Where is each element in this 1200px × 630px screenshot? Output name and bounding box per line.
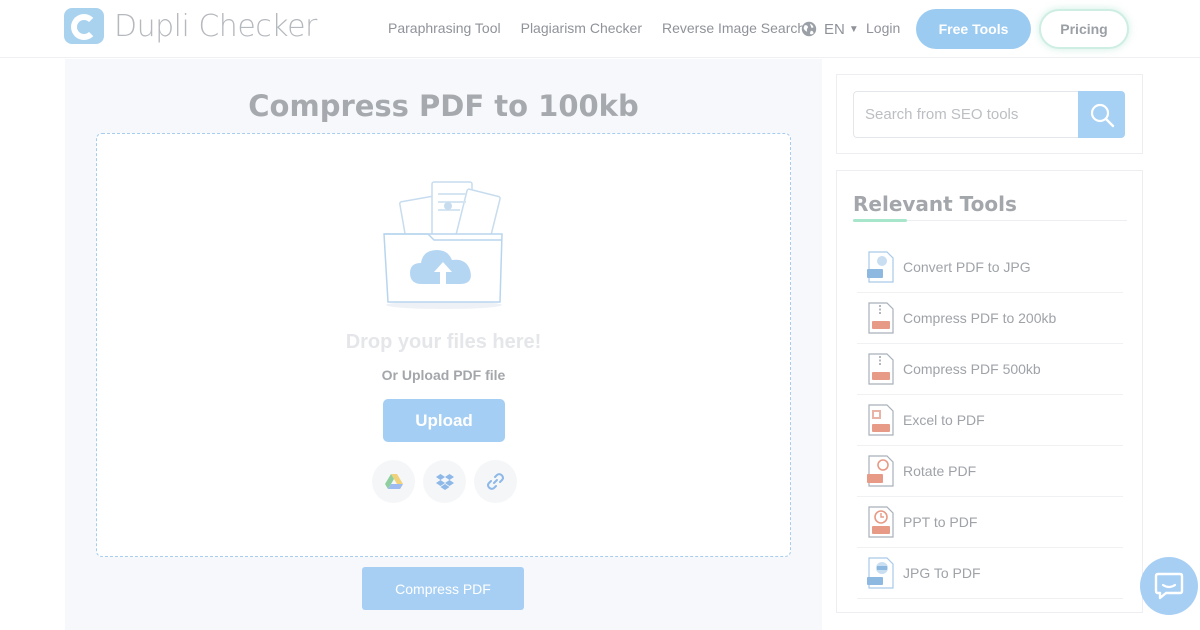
tool-link-compress-pdf-200kb[interactable]: Compress PDF to 200kb xyxy=(857,293,1123,344)
google-drive-button[interactable] xyxy=(372,460,415,503)
nav-link-paraphrasing[interactable]: Paraphrasing Tool xyxy=(388,20,501,36)
or-upload-text: Or Upload PDF file xyxy=(381,367,506,383)
ppt-to-pdf-icon xyxy=(868,506,894,538)
zip-pdf-icon xyxy=(868,353,894,385)
title-underline xyxy=(853,219,1127,222)
login-link[interactable]: Login xyxy=(866,20,900,36)
relevant-tools-panel: Relevant Tools Convert PDF to JPG Compre… xyxy=(836,170,1143,613)
upload-folder-icon xyxy=(383,181,503,309)
tool-panel: Compress PDF to 100kb Drop your files he… xyxy=(65,59,822,630)
tool-label: Rotate PDF xyxy=(903,463,977,479)
logo-icon xyxy=(64,8,104,44)
excel-to-pdf-icon xyxy=(868,404,894,436)
nav-link-reverse-image[interactable]: Reverse Image Search xyxy=(662,20,805,36)
chat-bubble-icon xyxy=(1154,572,1184,600)
tool-label: Compress PDF to 200kb xyxy=(903,310,1057,326)
pdf-to-jpg-icon xyxy=(867,251,894,283)
upload-button[interactable]: Upload xyxy=(383,399,505,442)
compress-pdf-button[interactable]: Compress PDF xyxy=(362,567,524,610)
tool-label: JPG To PDF xyxy=(903,565,981,581)
tool-label: Compress PDF 500kb xyxy=(903,361,1041,377)
search-button[interactable] xyxy=(1078,91,1125,138)
file-dropzone[interactable]: Drop your files here! Or Upload PDF file… xyxy=(96,133,791,557)
search-icon xyxy=(1090,103,1114,127)
url-link-button[interactable] xyxy=(474,460,517,503)
tool-label: Excel to PDF xyxy=(903,412,985,428)
brand-name: Dupli Checker xyxy=(114,8,317,44)
search-input[interactable] xyxy=(853,91,1079,138)
google-drive-icon xyxy=(384,473,403,489)
tool-link-excel-to-pdf[interactable]: Excel to PDF xyxy=(857,395,1123,446)
drop-files-text: Drop your files here! xyxy=(345,331,542,353)
zip-pdf-icon xyxy=(868,302,894,334)
pricing-button[interactable]: Pricing xyxy=(1039,9,1129,49)
language-selector[interactable]: EN ▼ xyxy=(800,20,859,38)
globe-icon xyxy=(801,21,817,37)
page-title: Compress PDF to 100kb xyxy=(248,89,639,123)
seo-tools-search xyxy=(836,74,1143,154)
rotate-pdf-icon xyxy=(867,455,894,487)
jpg-to-pdf-icon xyxy=(867,557,894,589)
tool-label: PPT to PDF xyxy=(903,514,978,530)
tool-link-rotate-pdf[interactable]: Rotate PDF xyxy=(857,446,1123,497)
language-code: EN xyxy=(824,20,845,38)
site-header: Dupli Checker Paraphrasing Tool Plagiari… xyxy=(0,0,1200,58)
brand-logo[interactable]: Dupli Checker xyxy=(64,8,317,44)
free-tools-button[interactable]: Free Tools xyxy=(916,9,1031,49)
dropbox-button[interactable] xyxy=(423,460,466,503)
main-nav: Paraphrasing Tool Plagiarism Checker Rev… xyxy=(388,20,825,36)
tool-link-compress-pdf-500kb[interactable]: Compress PDF 500kb xyxy=(857,344,1123,395)
tool-label: Convert PDF to JPG xyxy=(903,259,1031,275)
dropbox-icon xyxy=(435,473,454,490)
link-icon xyxy=(487,473,504,490)
tool-link-ppt-to-pdf[interactable]: PPT to PDF xyxy=(857,497,1123,548)
tool-link-jpg-to-pdf[interactable]: JPG To PDF xyxy=(857,548,1123,599)
chat-widget-button[interactable] xyxy=(1140,557,1198,615)
relevant-tools-title: Relevant Tools xyxy=(853,192,1017,216)
nav-link-plagiarism[interactable]: Plagiarism Checker xyxy=(521,20,642,36)
chevron-down-icon: ▼ xyxy=(848,23,859,35)
tool-link-convert-pdf-to-jpg[interactable]: Convert PDF to JPG xyxy=(857,242,1123,293)
